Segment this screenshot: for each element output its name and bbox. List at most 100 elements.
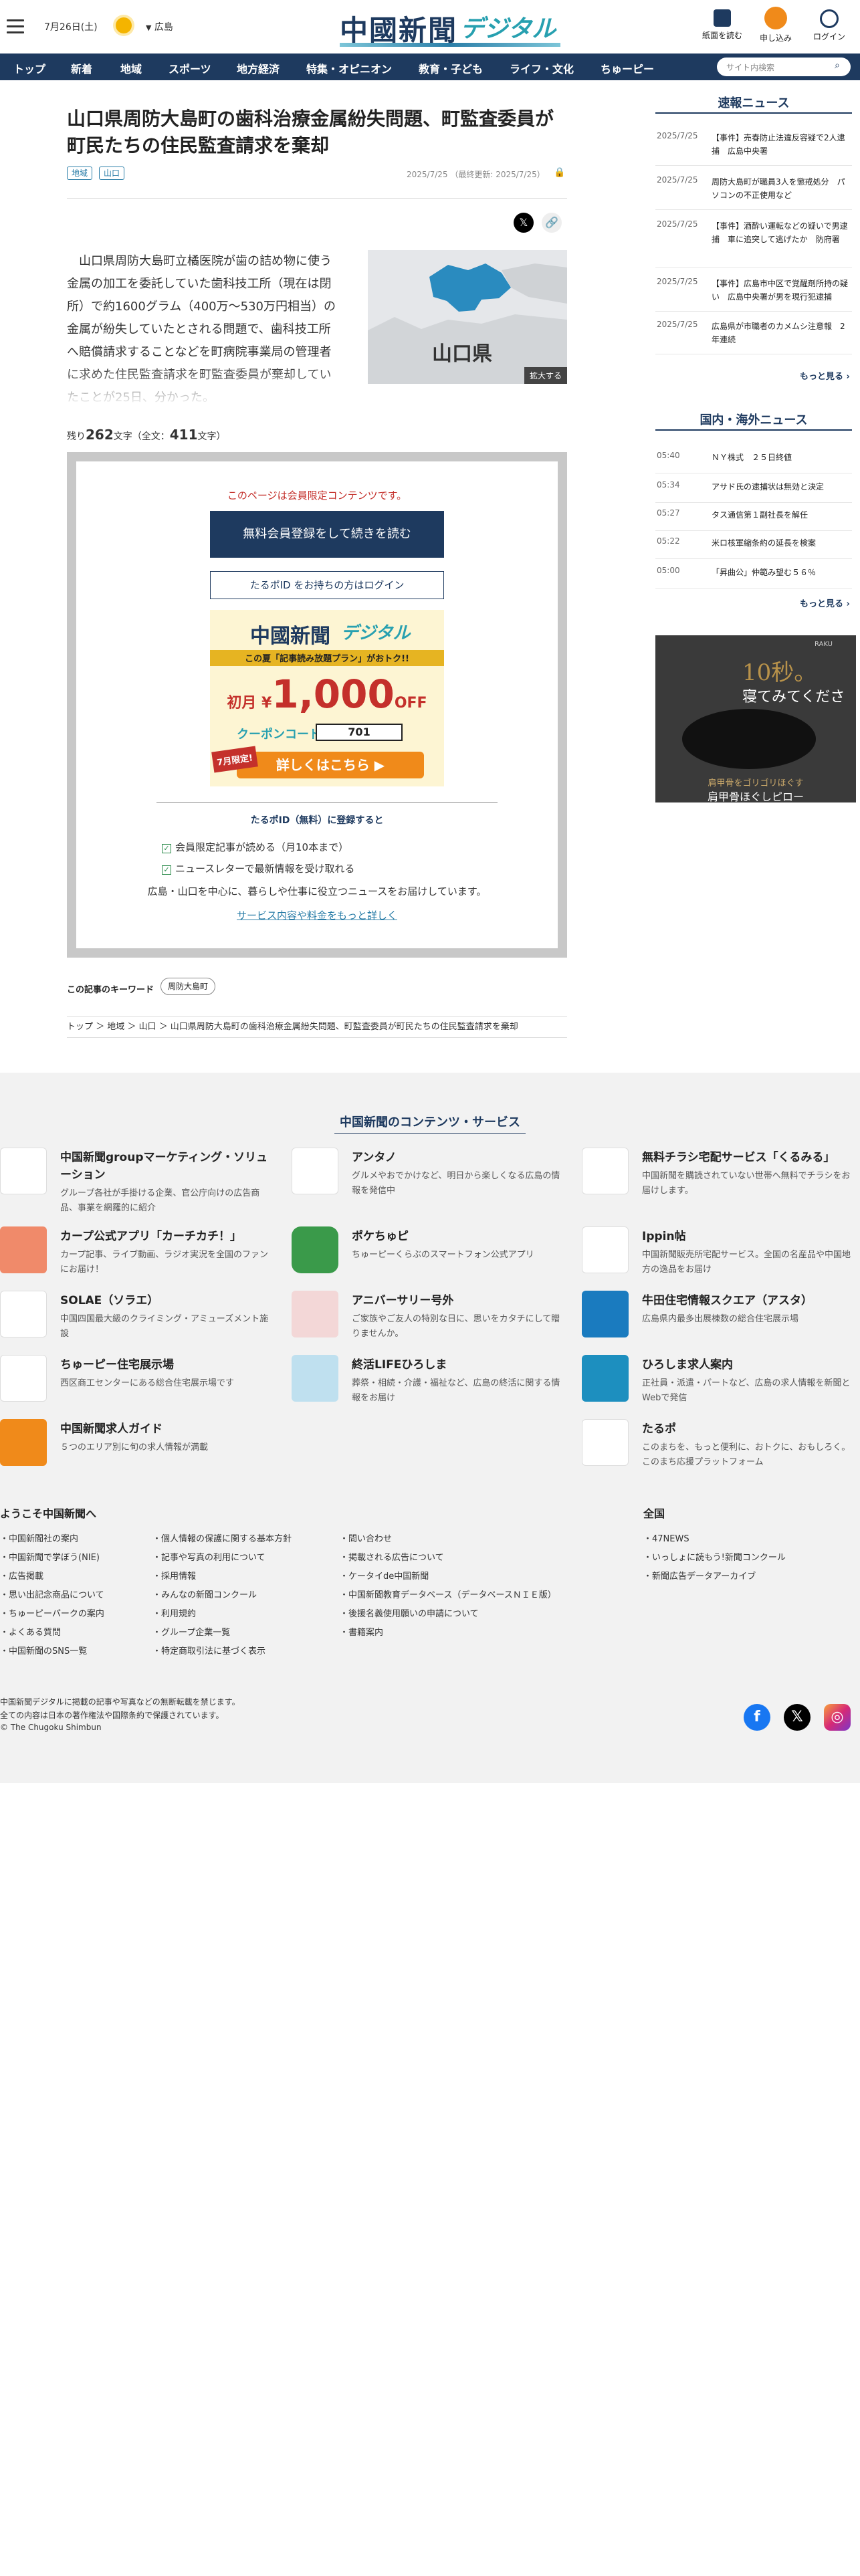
news-item[interactable]: 05:34 アサド氏の逮捕状は無効と決定 — [655, 480, 852, 503]
register-button[interactable]: 無料会員登録をして続きを読む — [210, 511, 444, 558]
subscribe-label: 申し込み — [759, 33, 792, 43]
service-item[interactable]: ちゅーピー住宅展示場 西区商工センターにある総合住宅展示場です — [0, 1355, 281, 1408]
news-item[interactable]: 2025/7/25 【事件】酒酔い運転などの疑いで男逮捕 車に追突して逃げたか 防… — [655, 219, 852, 267]
service-logo — [0, 1291, 47, 1337]
footer-link[interactable]: ・利用規約 — [152, 1606, 196, 1619]
paywall-login-button[interactable]: たるポID をお持ちの方はログイン — [210, 571, 444, 599]
nav-top[interactable]: トップ — [13, 60, 45, 76]
instagram-icon[interactable]: ◎ — [824, 1704, 851, 1731]
footer-link[interactable]: ・特定商取引法に基づく表示 — [152, 1644, 265, 1656]
news-date: 05:40 — [657, 451, 680, 460]
search-icon[interactable]: ⌕ — [835, 60, 840, 71]
news-item[interactable]: 2025/7/25 周防大島町が職員3人を懲戒処分 パソコンの不正使用など — [655, 175, 852, 210]
subscribe-button[interactable]: 申し込み — [756, 7, 796, 43]
nav-features[interactable]: 特集・オピニオン — [306, 60, 392, 76]
footer-link[interactable]: ・よくある質問 — [0, 1625, 61, 1638]
logo-sub: デジタル — [460, 15, 556, 43]
news-item[interactable]: 2025/7/25 広島県が市職者のカメムシ注意報 2年連続 — [655, 320, 852, 354]
facebook-icon[interactable]: f — [744, 1704, 770, 1731]
paywall-divider — [156, 802, 498, 803]
news-item[interactable]: 05:22 米ロ核軍縮条約の延長を検案 — [655, 536, 852, 559]
footer-link[interactable]: ・いっしょに読もう!新聞コンクール — [643, 1550, 786, 1563]
service-item[interactable]: 中国新聞求人ガイド ５つのエリア別に旬の求人情報が満載 — [0, 1419, 281, 1473]
x-share-icon[interactable]: 𝕏 — [514, 213, 534, 233]
advertisement[interactable]: RAKU 10秒。 寝てみてください。 肩甲骨をゴリゴリほぐす 肩甲骨ほぐしピロ… — [655, 635, 856, 802]
service-item[interactable]: アンタノ グルメやおでかけなど、明日から楽しくなる広島の情報を発信中 — [292, 1148, 572, 1201]
region-selector[interactable]: ▼ 広島 — [146, 20, 173, 33]
book-icon — [714, 9, 731, 27]
footer-link[interactable]: ・ケータイde中国新聞 — [340, 1569, 429, 1582]
keyword-tag[interactable]: 周防大島町 — [160, 978, 216, 995]
footer-link[interactable]: ・書籍案内 — [340, 1625, 383, 1638]
read-paper-button[interactable]: 紙面を読む — [702, 7, 742, 41]
footer-link[interactable]: ・思い出記念商品について — [0, 1588, 104, 1600]
nav-economy[interactable]: 地方経済 — [237, 60, 280, 76]
nav-sports[interactable]: スポーツ — [169, 60, 211, 76]
footer-link[interactable]: ・採用情報 — [152, 1569, 196, 1582]
nav-new[interactable]: 新着 — [71, 60, 92, 76]
footer-link[interactable]: ・広告掲載 — [0, 1569, 43, 1582]
footer-link[interactable]: ・みんなの新聞コンクール — [152, 1588, 257, 1600]
service-logo — [582, 1226, 629, 1273]
news-date: 05:22 — [657, 536, 680, 546]
link-copy-icon[interactable]: 🔗 — [542, 213, 562, 233]
service-name: カープ公式アプリ「カーチカチ！」 — [60, 1230, 241, 1243]
service-item[interactable]: 終活LIFEひろしま 葬祭・相続・介護・福祉など、広島の終活に関する情報をお届け — [292, 1355, 572, 1408]
news-item[interactable]: 05:40 ＮＹ株式 ２５日終値 — [655, 451, 852, 473]
service-item[interactable]: カープ公式アプリ「カーチカチ！」 カープ記事、ライブ動画、ラジオ実況を全国のファン… — [0, 1226, 281, 1280]
footer-link[interactable]: ・個人情報の保護に関する基本方針 — [152, 1531, 292, 1544]
news-item[interactable]: 05:00 「昇曲公」仲範み望む５６％ — [655, 566, 852, 588]
article-meta: 2025/7/25 （最終更新: 2025/7/25） — [407, 170, 545, 179]
ad-small-text: 肩甲骨をゴリゴリほぐす — [708, 778, 804, 788]
service-item[interactable]: アニバーサリー号外 ご家族やご友人の特別な日に、思いをカタチにして贈りませんか。 — [292, 1291, 572, 1344]
breaking-more-link[interactable]: もっと見る › — [800, 369, 850, 382]
sun-weather-icon[interactable] — [116, 17, 132, 33]
national-more-link[interactable]: もっと見る › — [800, 597, 850, 609]
menu-icon[interactable] — [7, 19, 24, 34]
footer-link[interactable]: ・記事や写真の利用について — [152, 1550, 265, 1563]
nav-chupy[interactable]: ちゅーピー — [601, 60, 654, 76]
service-item[interactable]: ひろしま求人案内 正社員・派遣・パートなど、広島の求人情報を新聞とWebで発信 — [582, 1355, 860, 1408]
footer-link[interactable]: ・後援名義使用願いの申請について — [340, 1606, 479, 1619]
footer-link[interactable]: ・中国新聞で学ぼう(NIE) — [0, 1550, 100, 1563]
nav-life[interactable]: ライフ・文化 — [510, 60, 574, 76]
breaking-news-heading: 速報ニュース — [718, 96, 790, 110]
service-item[interactable]: ポケちゅピ ちゅーピーくらぶのスマートフォン公式アプリ — [292, 1226, 572, 1280]
tag-yamaguchi[interactable]: 山口 — [99, 167, 125, 180]
service-item[interactable]: たるポ このまちを、もっと便利に、おトクに、おもしろく。このまち応援プラットフォー… — [582, 1419, 860, 1473]
service-item[interactable]: 中国新聞groupマーケティング・ソリューション グループ各社が手掛ける企業、官公… — [0, 1148, 281, 1213]
footer-link[interactable]: ・問い合わせ — [340, 1531, 392, 1544]
tag-region[interactable]: 地域 — [67, 167, 93, 180]
service-details-link[interactable]: サービス内容や料金をもっと詳しく — [76, 908, 558, 922]
footer-link[interactable]: ・47NEWS — [643, 1531, 689, 1544]
service-item[interactable]: 無料チラシ宅配サービス「くるみる」 中国新聞を購読されていない世帯へ無料でチラシを… — [582, 1148, 860, 1201]
zoom-button[interactable]: 拡大する — [524, 367, 567, 384]
footer-link[interactable]: ・ちゅーピーパークの案内 — [0, 1606, 104, 1619]
site-logo[interactable]: 中國新聞 デジタル — [340, 5, 560, 48]
footer-link-text: 新聞広告データアーカイブ — [652, 1572, 756, 1582]
service-desc: 正社員・派遣・パートなど、広島の求人情報を新聞とWebで発信 — [642, 1378, 851, 1403]
footer-link[interactable]: ・新聞広告データアーカイブ — [643, 1569, 756, 1582]
promo-cta[interactable]: 詳しくはこちら ▶ — [237, 752, 424, 778]
footer-link[interactable]: ・中国新聞のSNS一覧 — [0, 1644, 87, 1656]
breadcrumb[interactable]: トップ ＞ 地域 ＞ 山口 ＞ 山口県周防大島町の歯科治療金属紛失問題、町監査委… — [67, 1016, 567, 1038]
login-button[interactable]: ログイン — [809, 7, 849, 42]
news-item[interactable]: 05:27 タス通信第１副社長を解任 — [655, 508, 852, 531]
article-image[interactable]: 山口県 拡大する — [368, 250, 567, 384]
service-logo — [292, 1291, 338, 1337]
footer-link-text: グループ企業一覧 — [161, 1628, 231, 1638]
search-input[interactable]: サイト内検索 ⌕ — [717, 58, 851, 76]
footer-link[interactable]: ・中国新聞社の案内 — [0, 1531, 78, 1544]
footer-link[interactable]: ・中国新聞教育データベース（データベースＮＩＥ版） — [340, 1588, 556, 1600]
nav-region[interactable]: 地域 — [120, 60, 142, 76]
footer-link[interactable]: ・グループ企業一覧 — [152, 1625, 230, 1638]
x-icon[interactable]: 𝕏 — [784, 1704, 811, 1731]
service-item[interactable]: SOLAE（ソラエ） 中国四国最大級のクライミング・アミューズメント施設 — [0, 1291, 281, 1344]
news-item[interactable]: 2025/7/25 【事件】売春防止法違反容疑で2人逮捕 広島中央署 — [655, 131, 852, 166]
service-item[interactable]: Ippin帖 中国新聞販売所宅配サービス。全国の名産品や中国地方の逸品をお届け — [582, 1226, 860, 1280]
news-item[interactable]: 2025/7/25 【事件】広島市中区で覚醒剤所持の疑い 広島中央署が男を現行犯逮… — [655, 277, 852, 312]
footer-link[interactable]: ・掲載される広告について — [340, 1550, 444, 1563]
nav-education[interactable]: 教育・子ども — [419, 60, 483, 76]
service-item[interactable]: 牛田住宅情報スクエア（アスタ） 広島県内最多出展棟数の総合住宅展示場 — [582, 1291, 860, 1344]
promo-banner[interactable]: 中國新聞 デジタル この夏「記事読み放題プラン」がおトク!! 初月 ¥1,000… — [210, 610, 444, 786]
